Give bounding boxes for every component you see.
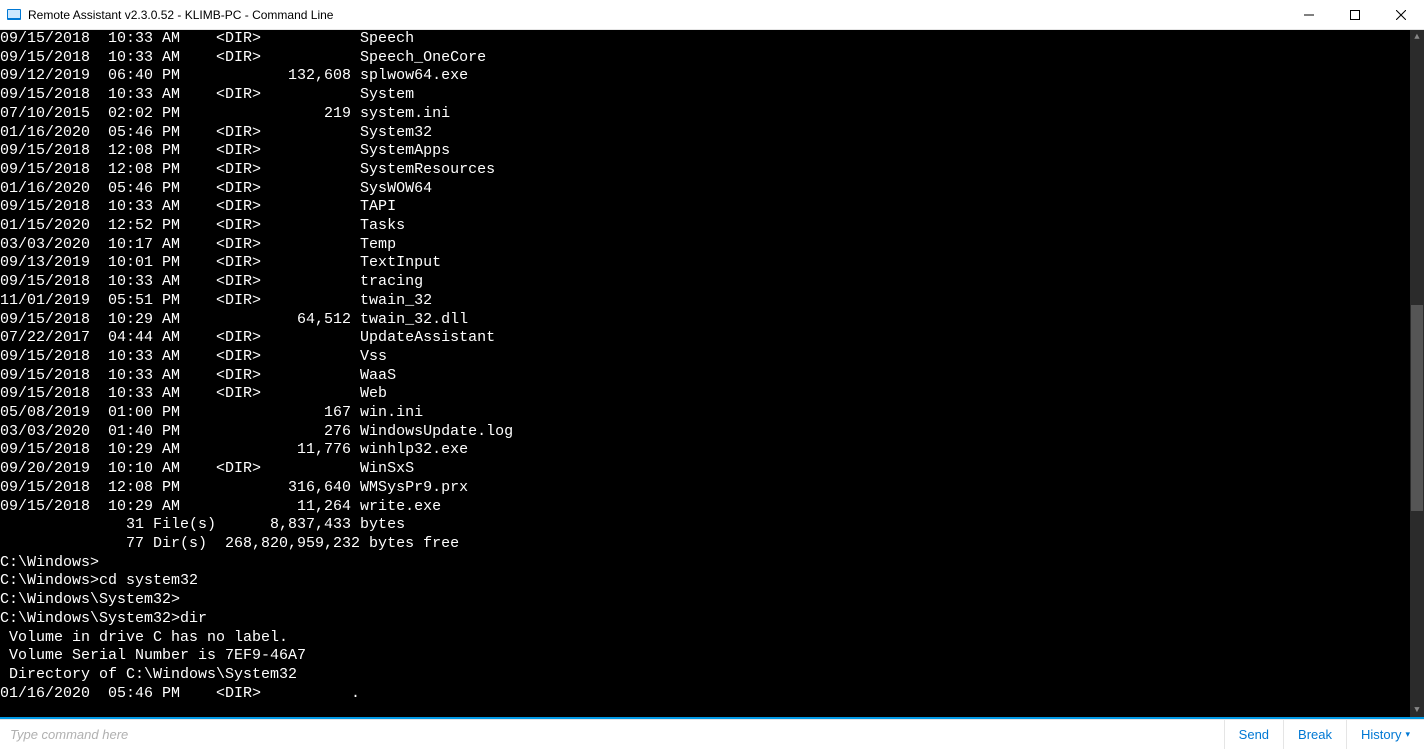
window-controls: [1286, 0, 1424, 29]
scroll-up-arrow[interactable]: ▲: [1410, 30, 1424, 44]
window-title: Remote Assistant v2.3.0.52 - KLIMB-PC - …: [28, 8, 1286, 22]
terminal-scrollbar[interactable]: ▲ ▼: [1410, 30, 1424, 717]
close-button[interactable]: [1378, 0, 1424, 29]
footer-actions: Send Break History ▾: [1224, 720, 1424, 749]
titlebar: Remote Assistant v2.3.0.52 - KLIMB-PC - …: [0, 0, 1424, 30]
scroll-thumb[interactable]: [1411, 305, 1423, 511]
break-button[interactable]: Break: [1283, 720, 1346, 749]
footer: Send Break History ▾: [0, 719, 1424, 749]
scroll-down-arrow[interactable]: ▼: [1410, 703, 1424, 717]
history-button[interactable]: History ▾: [1346, 720, 1424, 749]
maximize-button[interactable]: [1332, 0, 1378, 29]
send-button[interactable]: Send: [1224, 720, 1283, 749]
history-label: History: [1361, 727, 1401, 742]
app-icon: [6, 7, 22, 23]
terminal-output[interactable]: 09/15/2018 10:33 AM <DIR> Speech 09/15/2…: [0, 30, 1424, 717]
command-input[interactable]: [0, 720, 1224, 749]
chevron-down-icon: ▾: [1405, 729, 1410, 740]
minimize-button[interactable]: [1286, 0, 1332, 29]
